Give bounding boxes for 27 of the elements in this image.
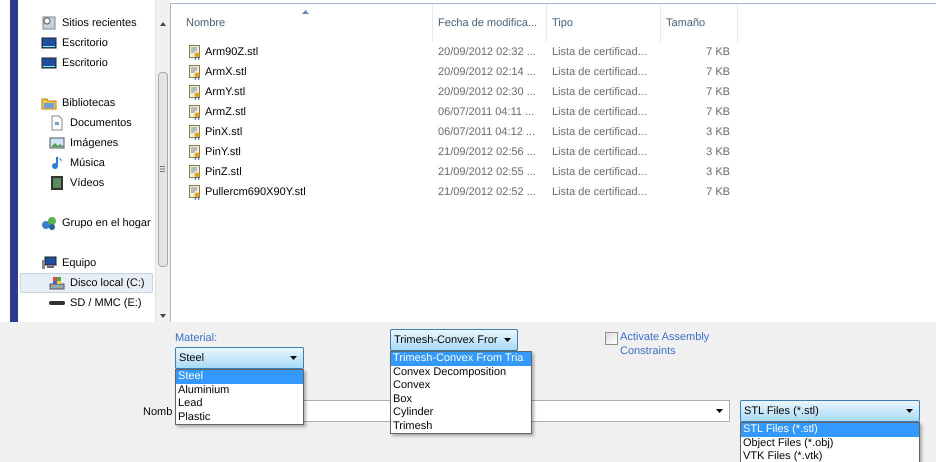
- table-cell-text: 21/09/2012 02:55 ...: [438, 164, 536, 180]
- table-cell-text: 3 KB: [706, 144, 730, 160]
- table-cell-text: 20/09/2012 02:32 ...: [438, 44, 536, 60]
- table-cell-text: 06/07/2011 04:11 ...: [438, 104, 534, 120]
- table-cell-text: 3 KB: [706, 124, 730, 140]
- table-cell-text: 7 KB: [706, 84, 730, 100]
- table-cell-text: Lista de certificad...: [552, 144, 647, 160]
- table-cell-text: 3 KB: [706, 164, 730, 180]
- table-cell-text: Lista de certificad...: [552, 84, 647, 100]
- table-cell-text: Lista de certificad...: [552, 124, 647, 140]
- table-cell-text: 20/09/2012 02:14 ...: [438, 64, 536, 80]
- field-label: Material:: [175, 331, 218, 346]
- table-cell-text: Lista de certificad...: [552, 184, 647, 200]
- table-cell-text: 7 KB: [706, 184, 730, 200]
- table-cell-text: 06/07/2011 04:12 ...: [438, 124, 536, 140]
- table-cell-text: Lista de certificad...: [552, 164, 647, 180]
- table-cell-text: 7 KB: [706, 104, 730, 120]
- table-cell-text: 7 KB: [706, 44, 730, 60]
- table-cell-text: 21/09/2012 02:52 ...: [438, 184, 536, 200]
- table-cell-text: Lista de certificad...: [552, 64, 647, 80]
- field-label: Nomb: [143, 405, 172, 420]
- table-cell-text: 20/09/2012 02:30 ...: [438, 84, 536, 100]
- checkbox-label: Activate Assembly Constraints: [620, 330, 710, 358]
- table-cell-text: 7 KB: [706, 64, 730, 80]
- table-cell-text: Lista de certificad...: [552, 104, 647, 120]
- table-cell-text: Lista de certificad...: [552, 44, 647, 60]
- table-cell-text: 21/09/2012 02:56 ...: [438, 144, 536, 160]
